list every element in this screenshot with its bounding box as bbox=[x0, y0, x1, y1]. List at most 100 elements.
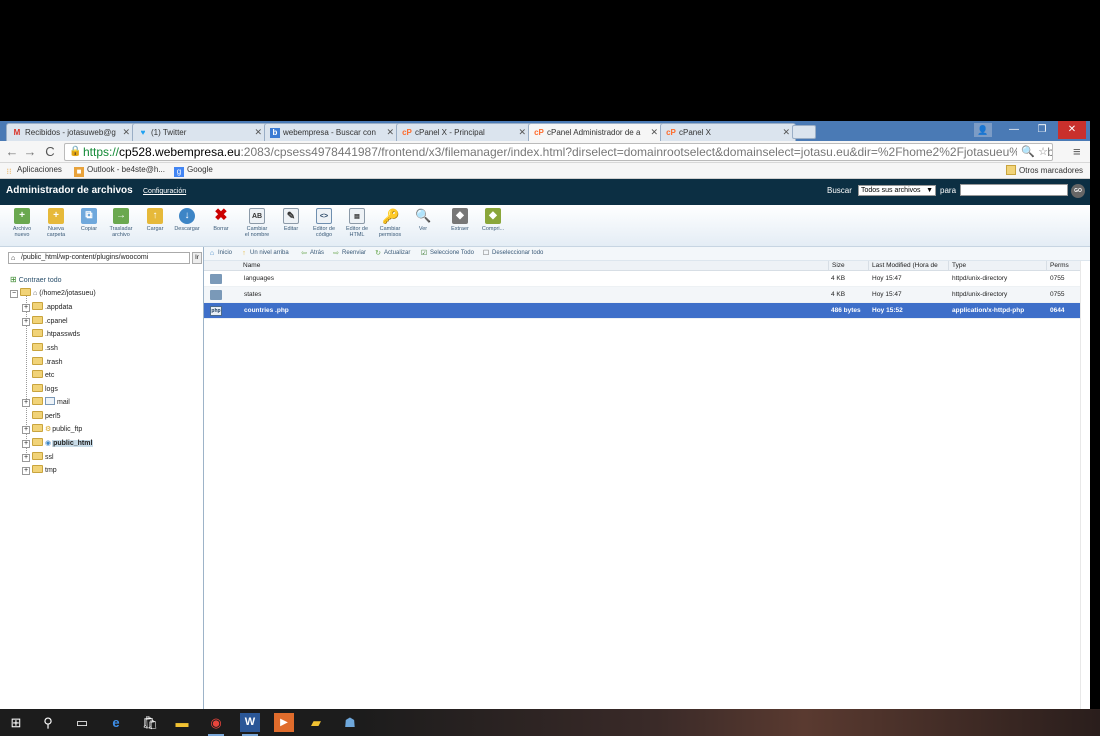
column-header-perms[interactable]: Perms bbox=[1046, 261, 1080, 270]
restore-button[interactable]: ❐ bbox=[1028, 121, 1056, 139]
close-icon[interactable]: ✕ bbox=[782, 127, 790, 138]
table-row[interactable]: states 4 KB Hoy 15:47 httpd/unix-directo… bbox=[204, 287, 1080, 303]
star-icon[interactable]: ☆ bbox=[1038, 146, 1048, 158]
expand-icon[interactable]: + bbox=[22, 426, 30, 434]
refresh-button[interactable]: ↻ Actualizar bbox=[374, 250, 410, 258]
people-icon[interactable]: ☗ bbox=[340, 713, 360, 732]
edge-icon[interactable]: e bbox=[106, 713, 126, 732]
bookmark-apps[interactable]: ⁝⁝ Aplicaciones bbox=[4, 165, 61, 177]
close-icon[interactable]: ✕ bbox=[122, 127, 130, 138]
minimize-button[interactable]: — bbox=[1000, 121, 1028, 139]
tree-etc[interactable]: etc bbox=[32, 370, 54, 382]
settings-link[interactable]: Configuración bbox=[143, 188, 186, 195]
tree-logs[interactable]: logs bbox=[32, 384, 58, 396]
level-up-button[interactable]: ↑ Un nivel arriba bbox=[240, 250, 288, 258]
tree-home[interactable]: − ⌂ (/home2/jotasueu) bbox=[10, 288, 96, 300]
upload-button[interactable]: ↑ Cargar bbox=[138, 208, 172, 232]
move-file-button[interactable]: → Trasladar archivo bbox=[104, 208, 138, 238]
html-editor-button[interactable]: ▤ Editor de HTML bbox=[340, 208, 374, 238]
tree-appdata[interactable]: + .appdata bbox=[22, 302, 72, 314]
bookmark-google[interactable]: g Google bbox=[174, 165, 213, 177]
view-button[interactable]: 🔍 Ver bbox=[406, 208, 440, 232]
other-bookmarks[interactable]: Otros marcadores bbox=[1006, 165, 1083, 175]
column-header-name[interactable]: Name bbox=[240, 261, 828, 270]
tree-cpanel[interactable]: + .cpanel bbox=[22, 316, 68, 328]
extract-button[interactable]: ◆ Extraer bbox=[443, 208, 477, 232]
expand-icon[interactable]: + bbox=[22, 304, 30, 312]
download-button[interactable]: ↓ Descargar bbox=[170, 208, 204, 232]
collapse-icon[interactable]: − bbox=[10, 290, 18, 298]
search-icon[interactable]: 🔍 bbox=[1021, 146, 1035, 158]
tab-cpanel-file-manager[interactable]: cP cPanel Administrador de a ✕ bbox=[528, 123, 664, 141]
file-explorer-icon[interactable]: ▬ bbox=[172, 713, 192, 732]
table-row[interactable]: php countries .php 486 bytes Hoy 15:52 a… bbox=[204, 303, 1080, 319]
path-input[interactable]: ⌂ /public_html/wp-content/plugins/woocomi bbox=[8, 252, 190, 264]
forward-icon[interactable]: → bbox=[22, 144, 38, 160]
user-profile-icon[interactable]: 👤 bbox=[974, 123, 992, 137]
compress-button[interactable]: ◆ Compri... bbox=[476, 208, 510, 232]
word-icon[interactable]: W bbox=[240, 713, 260, 736]
change-permissions-button[interactable]: 🔑 Cambiar permisos bbox=[373, 208, 407, 238]
tab-cpanel-principal[interactable]: cP cPanel X - Principal ✕ bbox=[396, 123, 532, 141]
search-input[interactable] bbox=[960, 184, 1068, 196]
expand-icon[interactable]: + bbox=[22, 454, 30, 462]
reload-icon[interactable]: C bbox=[42, 144, 58, 160]
forward-button[interactable]: ⇨ Reenviar bbox=[332, 250, 366, 258]
expand-icon[interactable]: + bbox=[22, 440, 30, 448]
new-file-button[interactable]: + Archivo nuevo bbox=[5, 208, 39, 238]
back-icon[interactable]: ← bbox=[4, 144, 20, 160]
new-folder-button[interactable]: + Nueva carpeta bbox=[39, 208, 73, 238]
close-window-button[interactable]: ✕ bbox=[1058, 121, 1086, 139]
tree-mail[interactable]: + mail bbox=[22, 397, 70, 409]
folder-app-icon[interactable]: ▰ bbox=[306, 713, 326, 732]
code-editor-button[interactable]: <> Editor de código bbox=[307, 208, 341, 238]
windows-start-icon[interactable]: ⊞ bbox=[6, 713, 26, 732]
scrollbar[interactable] bbox=[1080, 261, 1090, 709]
column-header-size[interactable]: Size bbox=[828, 261, 868, 270]
tree-trash[interactable]: .trash bbox=[32, 357, 63, 369]
tree-tmp[interactable]: + tmp bbox=[22, 465, 57, 477]
menu-icon[interactable]: ≡ bbox=[1073, 144, 1081, 159]
expand-icon[interactable]: + bbox=[22, 467, 30, 475]
chrome-icon[interactable]: ◉ bbox=[206, 713, 226, 736]
column-header-type[interactable]: Type bbox=[948, 261, 1046, 270]
bookmark-outlook[interactable]: ■ Outlook - be4ste@h... bbox=[74, 165, 165, 177]
address-bar[interactable]: 🔒 https://cp528.webempresa.eu:2083/cpsess… bbox=[64, 143, 1053, 161]
store-icon[interactable]: 🛍 bbox=[140, 713, 160, 732]
home-button[interactable]: ⌂ Inicio bbox=[208, 250, 232, 258]
tree-ssl[interactable]: + ssl bbox=[22, 452, 54, 464]
go-button[interactable]: GO bbox=[1071, 184, 1085, 198]
copy-button[interactable]: ⧉ Copiar bbox=[72, 208, 106, 232]
back-button[interactable]: ⇦ Atrás bbox=[300, 250, 324, 258]
tree-perl5[interactable]: perl5 bbox=[32, 411, 61, 423]
tab-bing-search[interactable]: b webempresa - Buscar con ✕ bbox=[264, 123, 400, 141]
tree-public-html[interactable]: + ◉ public_html bbox=[22, 438, 94, 450]
delete-button[interactable]: ✖ Borrar bbox=[204, 208, 238, 233]
tab-cpanel-x[interactable]: cP cPanel X ✕ bbox=[660, 123, 796, 141]
deselect-all-button[interactable]: ☐ Deseleccionar todo bbox=[482, 250, 544, 258]
tree-ssh[interactable]: .ssh bbox=[32, 343, 58, 355]
rename-button[interactable]: AB Cambiar el nombre bbox=[240, 208, 274, 238]
tab-twitter[interactable]: ♥ (1) Twitter ✕ bbox=[132, 123, 268, 141]
close-icon[interactable]: ✕ bbox=[254, 127, 262, 138]
path-go-button[interactable]: Ir bbox=[192, 252, 202, 264]
globe-icon: ◉ bbox=[45, 440, 52, 447]
new-tab-button[interactable] bbox=[792, 125, 816, 139]
edit-button[interactable]: ✎ Editar bbox=[274, 208, 308, 232]
collapse-all-link[interactable]: ⊞ Contraer todo bbox=[10, 275, 62, 284]
task-view-icon[interactable]: ▭ bbox=[72, 713, 92, 732]
media-player-icon[interactable]: ▶ bbox=[274, 713, 294, 732]
close-icon[interactable]: ✕ bbox=[518, 127, 526, 138]
select-all-button[interactable]: ☑ Seleccione Todo bbox=[420, 250, 474, 258]
tab-gmail[interactable]: M Recibidos - jotasuweb@g ✕ bbox=[6, 123, 136, 141]
close-icon[interactable]: ✕ bbox=[650, 127, 658, 138]
tree-htpasswds[interactable]: .htpasswds bbox=[32, 329, 80, 341]
expand-icon[interactable]: + bbox=[22, 399, 30, 407]
column-header-modified[interactable]: Last Modified (Hora de bbox=[868, 261, 948, 270]
close-icon[interactable]: ✕ bbox=[386, 127, 394, 138]
expand-icon[interactable]: + bbox=[22, 318, 30, 326]
search-scope-select[interactable]: Todos sus archivos ▼ bbox=[858, 185, 936, 196]
tree-public-ftp[interactable]: + ⚙public_ftp bbox=[22, 424, 82, 436]
search-icon[interactable]: ⚲ bbox=[38, 713, 58, 732]
table-row[interactable]: languages 4 KB Hoy 15:47 httpd/unix-dire… bbox=[204, 271, 1080, 287]
